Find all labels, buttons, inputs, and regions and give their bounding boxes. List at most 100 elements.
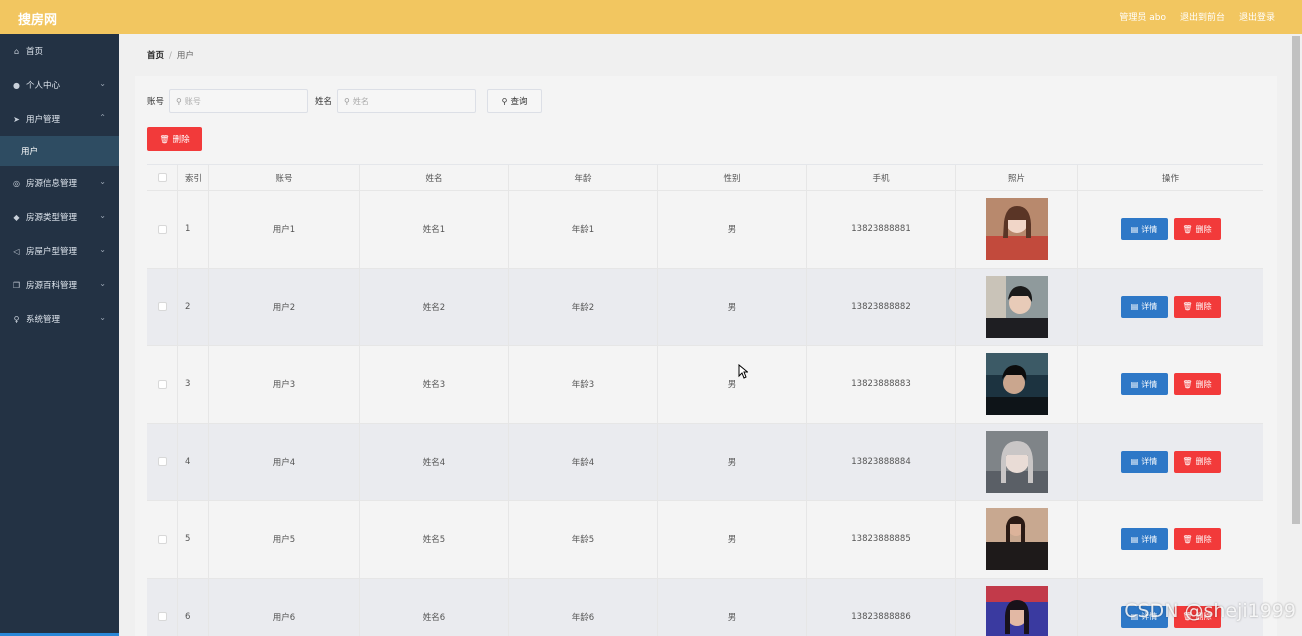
- sidebar-item-house-layout[interactable]: ◁ 房屋户型管理 ⌄: [0, 234, 119, 268]
- select-all-checkbox[interactable]: [157, 173, 167, 182]
- sidebar-subitem-users[interactable]: 用户: [0, 136, 119, 166]
- cell-gender: 男: [658, 346, 807, 423]
- chevron-down-icon: ⌄: [99, 279, 106, 288]
- copy-icon: ❐: [12, 280, 21, 290]
- breadcrumb-home[interactable]: 首页: [147, 51, 164, 61]
- cell-photo: [956, 191, 1078, 268]
- table-row: 4 用户4 姓名4 年龄4 男 13823888884 ▤ 详情 🗑 删除: [147, 423, 1263, 501]
- detail-button[interactable]: ▤ 详情: [1120, 528, 1168, 551]
- delete-label: 删除: [1195, 457, 1212, 467]
- trash-icon: 🗑: [1182, 534, 1193, 544]
- top-header: 搜房网 管理员 abo 退出到前台 退出登录: [0, 0, 1302, 34]
- row-select-cell: [147, 346, 178, 423]
- user-photo: [985, 198, 1048, 261]
- sidebar-item-system[interactable]: ♀ 系统管理 ⌄: [0, 302, 119, 336]
- trash-icon: 🗑: [1182, 224, 1193, 234]
- cell-photo: [956, 268, 1078, 345]
- select-all-cell: [147, 165, 178, 190]
- cell-name: 姓名2: [360, 268, 509, 345]
- scrollbar-thumb[interactable]: [1292, 36, 1300, 524]
- table-header-row: 索引 账号 姓名 年龄 性别 手机 照片 操作: [147, 165, 1263, 191]
- cell-gender: 男: [658, 191, 807, 268]
- cell-account: 用户4: [209, 423, 360, 500]
- cell-photo: [956, 346, 1078, 423]
- cell-account: 用户6: [209, 578, 360, 636]
- search-bar: 账号 ⚲ 账号 姓名 ⚲ 姓名 ⚲ 查询: [147, 89, 543, 113]
- detail-button[interactable]: ▤ 详情: [1120, 373, 1168, 396]
- cell-photo: [956, 501, 1078, 578]
- delete-label: 删除: [1195, 224, 1212, 234]
- sidebar-item-label: 房源信息管理: [26, 179, 78, 189]
- cell-name: 姓名4: [360, 423, 509, 500]
- header-photo: 照片: [956, 165, 1078, 190]
- header-actions: 管理员 abo 退出到前台 退出登录: [1119, 10, 1275, 23]
- page-scrollbar[interactable]: [1290, 34, 1302, 636]
- detail-button[interactable]: ▤ 详情: [1120, 450, 1168, 473]
- batch-delete-label: 删除: [172, 135, 190, 145]
- cell-age: 年龄4: [509, 423, 658, 500]
- row-checkbox[interactable]: [157, 302, 167, 312]
- trash-icon: 🗑: [1182, 457, 1193, 467]
- query-button[interactable]: ⚲ 查询: [487, 89, 543, 113]
- delete-button[interactable]: 🗑 删除: [1173, 528, 1221, 551]
- search-icon: ⚲: [176, 96, 182, 106]
- user-table: 索引 账号 姓名 年龄 性别 手机 照片 操作 1 用户1 姓名1 年龄1 男 …: [147, 164, 1263, 636]
- cell-index: 1: [178, 191, 209, 268]
- row-checkbox[interactable]: [157, 534, 167, 544]
- detail-button[interactable]: ▤ 详情: [1120, 295, 1168, 318]
- detail-label: 详情: [1141, 302, 1158, 312]
- site-title: 搜房网: [18, 13, 58, 28]
- row-select-cell: [147, 501, 178, 578]
- cell-age: 年龄3: [509, 346, 658, 423]
- sidebar-item-profile[interactable]: ● 个人中心 ⌄: [0, 68, 119, 102]
- search-icon: ⚲: [501, 96, 508, 106]
- cell-actions: ▤ 详情 🗑 删除: [1078, 424, 1263, 501]
- row-checkbox[interactable]: [157, 379, 167, 389]
- user-photo: [985, 585, 1048, 636]
- cell-age: 年龄5: [509, 501, 658, 578]
- row-select-cell: [147, 191, 178, 268]
- table-row: 5 用户5 姓名5 年龄5 男 13823888885 ▤ 详情 🗑 删除: [147, 501, 1263, 579]
- batch-delete-button[interactable]: 🗑 删除: [147, 127, 202, 151]
- cell-index: 2: [178, 268, 209, 345]
- main-content: 首页 / 用户 账号 ⚲ 账号 姓名 ⚲ 姓名 ⚲ 查询 🗑 删除 索引 账号 …: [119, 34, 1289, 636]
- delete-button[interactable]: 🗑 删除: [1173, 295, 1221, 318]
- row-checkbox[interactable]: [157, 224, 167, 234]
- cell-index: 3: [178, 346, 209, 423]
- name-search-input[interactable]: ⚲ 姓名: [337, 89, 477, 113]
- chevron-down-icon: ⌄: [99, 211, 106, 220]
- row-checkbox[interactable]: [157, 612, 167, 622]
- sidebar-item-user-management[interactable]: ➤ 用户管理 ⌃: [0, 102, 119, 136]
- chevron-down-icon: ⌄: [99, 79, 106, 88]
- cell-photo: [956, 578, 1078, 636]
- sidebar-item-label: 房源百科管理: [26, 281, 78, 291]
- trash-icon: 🗑: [1182, 379, 1193, 389]
- sidebar: ⌂ 首页 ● 个人中心 ⌄ ➤ 用户管理 ⌃ 用户 ◎ 房源信息管理 ⌄ ◆ 房…: [0, 34, 140, 636]
- delete-button[interactable]: 🗑 删除: [1173, 218, 1221, 241]
- sidebar-item-house-info[interactable]: ◎ 房源信息管理 ⌄: [0, 166, 119, 200]
- cell-name: 姓名1: [360, 191, 509, 268]
- user-photo: [985, 275, 1048, 338]
- detail-button[interactable]: ▤ 详情: [1120, 218, 1168, 241]
- delete-button[interactable]: 🗑 删除: [1173, 373, 1221, 396]
- cell-photo: [956, 423, 1078, 500]
- logout-link[interactable]: 退出登录: [1239, 10, 1275, 23]
- breadcrumb-separator: /: [169, 51, 172, 61]
- cell-gender: 男: [658, 423, 807, 500]
- row-select-cell: [147, 268, 178, 345]
- row-checkbox[interactable]: [157, 457, 167, 467]
- header-age: 年龄: [509, 165, 658, 190]
- table-row: 3 用户3 姓名3 年龄3 男 13823888883 ▤ 详情 🗑 删除: [147, 346, 1263, 424]
- delete-label: 删除: [1195, 379, 1212, 389]
- sidebar-item-house-wiki[interactable]: ❐ 房源百科管理 ⌄: [0, 268, 119, 302]
- account-search-input[interactable]: ⚲ 账号: [169, 89, 309, 113]
- back-to-front-link[interactable]: 退出到前台: [1180, 10, 1225, 23]
- mouse-cursor-icon: [738, 363, 749, 382]
- trash-icon: 🗑: [159, 134, 170, 144]
- delete-button[interactable]: 🗑 删除: [1173, 450, 1221, 473]
- sidebar-item-house-type[interactable]: ◆ 房源类型管理 ⌄: [0, 200, 119, 234]
- header-account: 账号: [209, 165, 360, 190]
- sidebar-item-home[interactable]: ⌂ 首页: [0, 34, 119, 68]
- account-label: 账号: [147, 97, 165, 107]
- cell-account: 用户1: [209, 191, 360, 268]
